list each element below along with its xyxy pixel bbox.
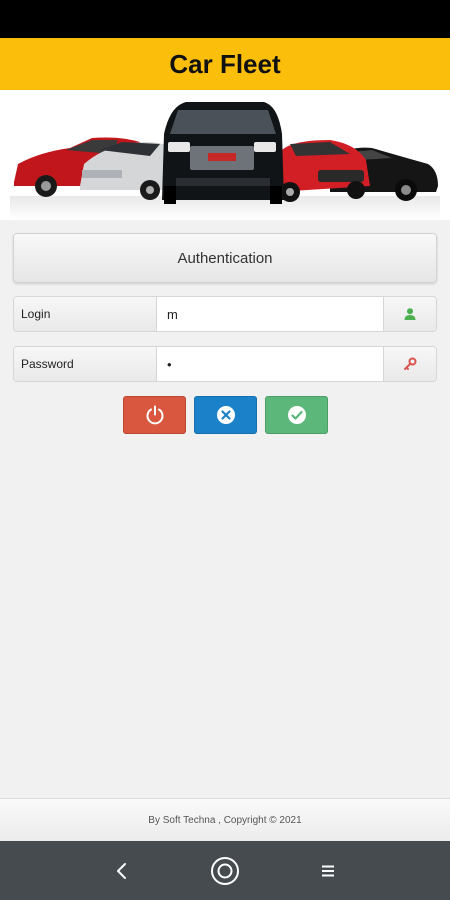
check-circle-icon xyxy=(287,406,306,424)
password-row: Password xyxy=(13,346,437,382)
menu-icon[interactable] xyxy=(308,851,348,891)
key-icon xyxy=(383,347,436,381)
status-bar xyxy=(0,0,450,38)
password-label: Password xyxy=(14,347,157,381)
power-button[interactable] xyxy=(123,396,186,434)
app-title: Car Fleet xyxy=(169,48,281,79)
user-icon xyxy=(383,297,436,331)
footer-copyright: By Soft Techna , Copyright © 2021 xyxy=(148,814,302,826)
login-label: Login xyxy=(14,297,157,331)
black-suv xyxy=(162,102,284,204)
close-circle-icon xyxy=(216,406,235,424)
home-icon[interactable] xyxy=(205,851,245,891)
confirm-button[interactable] xyxy=(265,396,328,434)
power-icon xyxy=(146,405,163,425)
app-header: Car Fleet xyxy=(0,38,450,90)
car-fleet-banner xyxy=(0,90,450,220)
system-nav-bar xyxy=(0,841,450,900)
password-input[interactable] xyxy=(157,347,383,381)
login-row: Login xyxy=(13,296,437,332)
back-icon[interactable] xyxy=(102,851,142,891)
auth-header: Authentication xyxy=(13,233,437,283)
auth-title: Authentication xyxy=(177,249,273,267)
login-input[interactable] xyxy=(157,297,383,331)
footer: By Soft Techna , Copyright © 2021 xyxy=(0,798,450,841)
cancel-button[interactable] xyxy=(194,396,257,434)
